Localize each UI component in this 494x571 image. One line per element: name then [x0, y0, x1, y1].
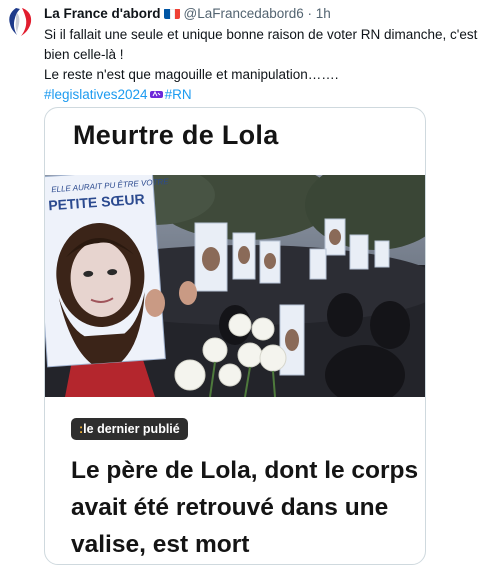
france-flag-icon	[164, 8, 181, 19]
card-title: Meurtre de Lola	[73, 120, 279, 150]
card-photo[interactable]: ELLE AURAIT PU ÊTRE VOTRE PETITE SŒUR	[45, 175, 425, 397]
tweet-text-line-2: Le reste n'est que magouille et manipula…	[44, 67, 339, 82]
author-name[interactable]: La France d'abord	[44, 6, 160, 21]
hashtag-rn[interactable]: #RN	[165, 87, 192, 102]
tweet-text-line-1: Si il fallait une seule et unique bonne …	[44, 27, 478, 62]
legislatives-flame-icon	[149, 86, 163, 98]
link-card[interactable]: Meurtre de Lola ELLE AURAIT PU ÊTRE VOTR…	[44, 107, 426, 565]
latest-badge: :le dernier publié	[71, 418, 188, 440]
hashtag-line: #legislatives2024 #RN	[44, 85, 489, 105]
badge-label: le dernier publié	[83, 422, 180, 436]
tweet-header: La France d'abord @LaFrancedabord6 · 1h	[44, 6, 331, 22]
avatar[interactable]	[2, 4, 38, 40]
tweet-time[interactable]: 1h	[316, 6, 331, 21]
france-map-logo-icon	[2, 4, 38, 40]
author-handle[interactable]: @LaFrancedabord6	[183, 6, 303, 21]
hashtag-legislatives[interactable]: #legislatives2024	[44, 87, 148, 102]
card-headline[interactable]: Le père de Lola, dont le corps avait été…	[71, 452, 421, 563]
tweet-text: Si il fallait une seule et unique bonne …	[44, 25, 489, 105]
dot-separator: ·	[307, 6, 313, 21]
